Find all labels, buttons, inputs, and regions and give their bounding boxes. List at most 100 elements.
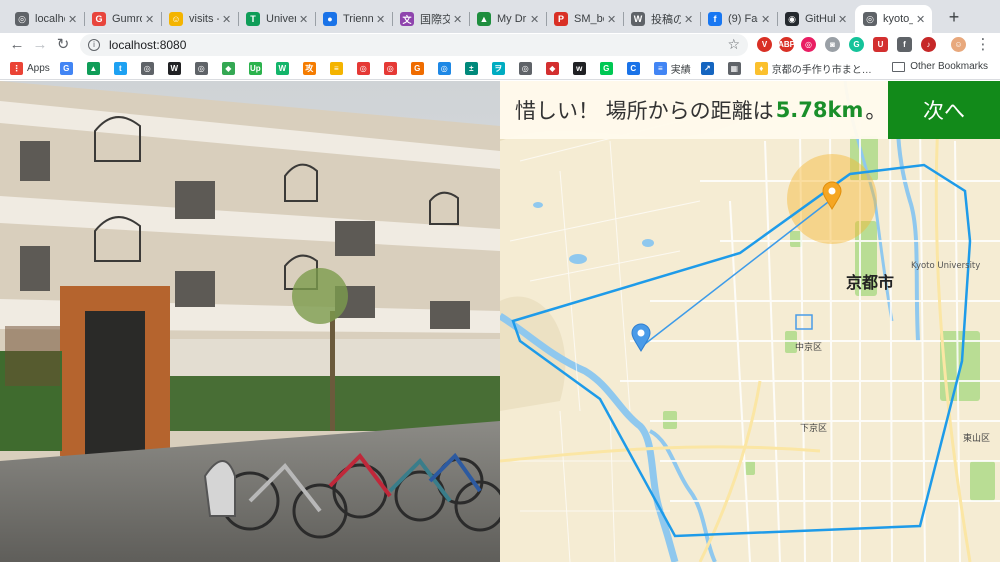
bookmark-item[interactable]: ◎ — [140, 61, 158, 75]
bookmark-item[interactable]: G — [410, 61, 428, 75]
bookmark-item[interactable]: ヲ — [491, 61, 509, 75]
bookmark-favicon-icon: ◆ — [221, 61, 235, 75]
bookmark-favicon-icon: ≡ — [653, 61, 667, 75]
tab-favicon-icon: W — [631, 12, 645, 26]
bookmark-item[interactable]: Up — [248, 61, 266, 75]
bookmark-label: 京都の手作り市まと… — [771, 64, 872, 76]
bookmark-label: Apps — [27, 62, 50, 74]
vivaldi-extension-icon[interactable]: V — [757, 37, 772, 52]
bookmark-item[interactable]: W — [167, 61, 185, 75]
facebook-extension-icon[interactable]: f — [897, 37, 912, 52]
browser-tab[interactable]: 文国際交流✕ — [392, 5, 469, 33]
browser-tab[interactable]: G Gumroa✕ — [84, 5, 161, 33]
bookmark-item[interactable]: G — [59, 61, 77, 75]
tab-close-icon[interactable]: ✕ — [145, 13, 155, 26]
bookmark-item[interactable]: t — [113, 61, 131, 75]
tab-favicon-icon: G — [92, 12, 106, 26]
result-banner: 惜しい！ 場所からの距離は 5.78km 。 — [500, 81, 888, 139]
tab-title: (9) Fac — [728, 13, 758, 25]
tab-favicon-icon: 文 — [400, 12, 414, 26]
map-label-shimogyo: 下京区 — [800, 424, 828, 434]
browser-menu-icon[interactable]: ⋮ — [974, 36, 992, 54]
map-label-higashiyama: 東山区 — [963, 434, 991, 444]
bookmark-item[interactable]: ◆ — [545, 61, 563, 75]
bookmark-item[interactable]: ↗ — [700, 61, 718, 75]
guess-map[interactable]: 京都市 Kyoto University 中京区 下京区 東山区 惜しい！ 場所… — [500, 81, 1000, 562]
reload-icon[interactable]: ↻ — [54, 36, 72, 54]
bookmark-favicon-icon: ↗ — [700, 61, 714, 75]
tab-close-icon[interactable]: ✕ — [684, 13, 694, 26]
bookmark-item[interactable]: C — [626, 61, 644, 75]
browser-tab[interactable]: f (9) Fac✕ — [700, 5, 777, 33]
browser-tab[interactable]: ☺ visits - ✕ — [161, 5, 238, 33]
browser-tab[interactable]: ◎ kyoto_g✕ — [855, 5, 932, 33]
tab-close-icon[interactable]: ✕ — [838, 13, 848, 26]
info-icon[interactable]: i — [88, 39, 100, 51]
street-view-panorama[interactable] — [0, 81, 500, 562]
result-prefix: 惜しい！ 場所からの距離は — [515, 99, 774, 123]
game-content: 京都市 Kyoto University 中京区 下京区 東山区 惜しい！ 場所… — [0, 81, 1000, 562]
browser-tab[interactable]: ◎ localho✕ — [7, 5, 84, 33]
grammarly-extension-icon[interactable]: G — [849, 37, 864, 52]
bookmark-item[interactable]: ≡ 実績 — [653, 61, 691, 76]
tab-close-icon[interactable]: ✕ — [222, 13, 232, 26]
bookmark-item[interactable]: ◆ — [221, 61, 239, 75]
bookmark-item[interactable]: w — [572, 61, 590, 75]
bookmark-item[interactable]: 攻 — [302, 61, 320, 75]
bookmark-favicon-icon: ◎ — [140, 61, 154, 75]
address-bar[interactable]: i localhost:8080 ☆ — [80, 34, 748, 56]
browser-tab[interactable]: ▲ My Driv✕ — [469, 5, 546, 33]
tab-close-icon[interactable]: ✕ — [453, 13, 463, 26]
tab-favicon-icon: ● — [323, 12, 337, 26]
tab-close-icon[interactable]: ✕ — [376, 13, 386, 26]
tab-title: 国際交流 — [420, 14, 450, 26]
tab-close-icon[interactable]: ✕ — [530, 13, 540, 26]
new-tab-button[interactable]: + — [944, 7, 964, 27]
tab-close-icon[interactable]: ✕ — [607, 13, 617, 26]
tab-title: Gumroa — [112, 13, 142, 25]
camera-extension-icon[interactable]: ◙ — [825, 37, 840, 52]
bookmark-item[interactable]: W — [275, 61, 293, 75]
bookmarks-bar: ⋮ Apps G ▲ t ◎ W ◎ ◆ Up W 攻 ≡ ◎ ◎ G ◎ ± ヲ ◎ ◆ w G C ≡ 実績 ↗ ▦ ♦ 京都の手作り… — [0, 57, 1000, 80]
tab-strip: ◎localho✕GGumroa✕☺visits -✕TUnivers✕●Tri… — [0, 0, 1000, 33]
tab-close-icon[interactable]: ✕ — [761, 13, 771, 26]
bookmark-favicon-icon: ± — [464, 61, 478, 75]
back-icon[interactable]: ← — [8, 36, 26, 54]
browser-tab[interactable]: P SM_boo✕ — [546, 5, 623, 33]
browser-tab[interactable]: ● Trienna✕ — [315, 5, 392, 33]
next-button[interactable]: 次へ — [888, 81, 1000, 139]
bookmark-star-icon[interactable]: ☆ — [727, 36, 740, 53]
bookmark-item[interactable]: ⋮ Apps — [10, 61, 50, 75]
extension-icon-red[interactable]: ♪ — [921, 37, 936, 52]
tab-close-icon[interactable]: ✕ — [916, 13, 926, 26]
bookmark-item[interactable]: ◎ — [356, 61, 374, 75]
bookmark-favicon-icon: ♦ — [754, 61, 768, 75]
bookmark-favicon-icon: ≡ — [329, 61, 343, 75]
bookmark-favicon-icon: W — [167, 61, 181, 75]
bookmark-item[interactable]: ◎ — [383, 61, 401, 75]
adblock-extension-icon[interactable]: ABP — [778, 37, 795, 52]
extension-icon-pink[interactable]: ◎ — [801, 37, 816, 52]
bookmark-item[interactable]: G — [599, 61, 617, 75]
bookmark-item[interactable]: ▦ — [727, 61, 745, 75]
browser-tab[interactable]: T Univers✕ — [238, 5, 315, 33]
other-bookmarks[interactable]: Other Bookmarks — [892, 61, 988, 72]
tab-favicon-icon: ▲ — [477, 12, 491, 26]
tab-close-icon[interactable]: ✕ — [68, 13, 78, 26]
ublock-extension-icon[interactable]: U — [873, 37, 888, 52]
tab-title: SM_boo — [574, 13, 604, 25]
bookmark-item[interactable]: ◎ — [518, 61, 536, 75]
bookmark-item[interactable]: ▲ — [86, 61, 104, 75]
tab-favicon-icon: ◎ — [863, 12, 877, 26]
profile-avatar[interactable]: ☺ — [951, 37, 966, 52]
forward-icon[interactable]: → — [31, 36, 49, 54]
bookmark-item[interactable]: ± — [464, 61, 482, 75]
bookmark-item[interactable]: ◎ — [194, 61, 212, 75]
bookmark-item[interactable]: ♦ 京都の手作り市まと… — [754, 61, 872, 76]
bookmark-item[interactable]: ≡ — [329, 61, 347, 75]
folder-icon — [892, 61, 906, 72]
browser-tab[interactable]: ◉ GitHub✕ — [777, 5, 854, 33]
browser-tab[interactable]: W 投稿の新✕ — [623, 5, 700, 33]
bookmark-item[interactable]: ◎ — [437, 61, 455, 75]
tab-close-icon[interactable]: ✕ — [299, 13, 309, 26]
